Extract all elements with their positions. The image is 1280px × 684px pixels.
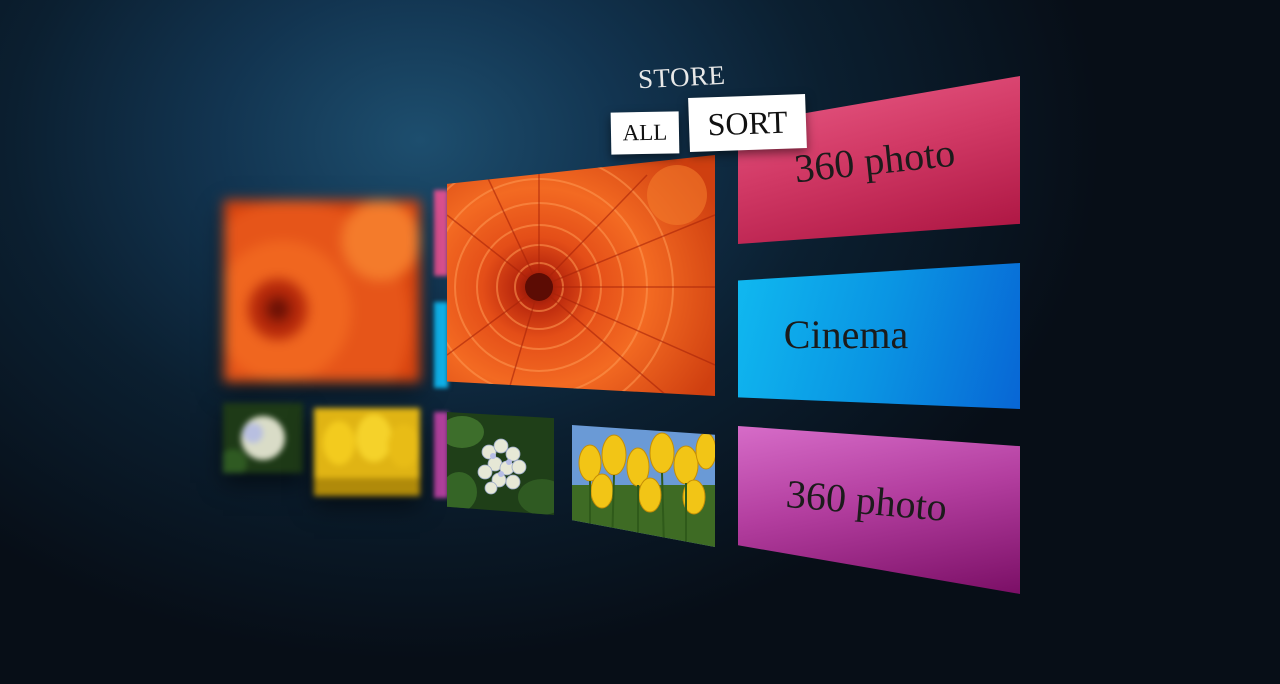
tile-360-photo-bottom[interactable]: 360 photo [738, 426, 1020, 594]
store-title: STORE [637, 59, 727, 95]
photo-tulips[interactable] [572, 425, 715, 547]
chrysanthemum-image [447, 155, 715, 396]
photo-hydrangea[interactable] [447, 412, 554, 515]
hydrangea-image [223, 403, 303, 473]
tile-label: 360 photo [792, 129, 958, 191]
tulips-image [314, 408, 420, 496]
tile-label: Cinema [783, 311, 909, 357]
hydrangea-image [447, 412, 554, 515]
all-button[interactable]: ALL [610, 111, 680, 155]
photo-chrysanthemum-blurred[interactable] [224, 200, 420, 382]
sort-button[interactable]: SORT [688, 93, 807, 153]
photo-chrysanthemum[interactable] [447, 155, 715, 396]
chrysanthemum-image [224, 200, 420, 382]
hidden-tile-pink [434, 190, 448, 276]
tile-label: 360 photo [784, 470, 950, 530]
photo-hydrangea-blurred[interactable] [223, 403, 303, 473]
hidden-tile-blue [434, 302, 448, 388]
tulips-image [572, 425, 715, 547]
tile-cinema[interactable]: Cinema [738, 263, 1020, 409]
hidden-tile-purple [434, 412, 448, 498]
photo-tulips-blurred[interactable] [314, 408, 420, 496]
store-screen: 360 photo Cinema 360 photo STORE ALL SOR… [0, 0, 1280, 684]
